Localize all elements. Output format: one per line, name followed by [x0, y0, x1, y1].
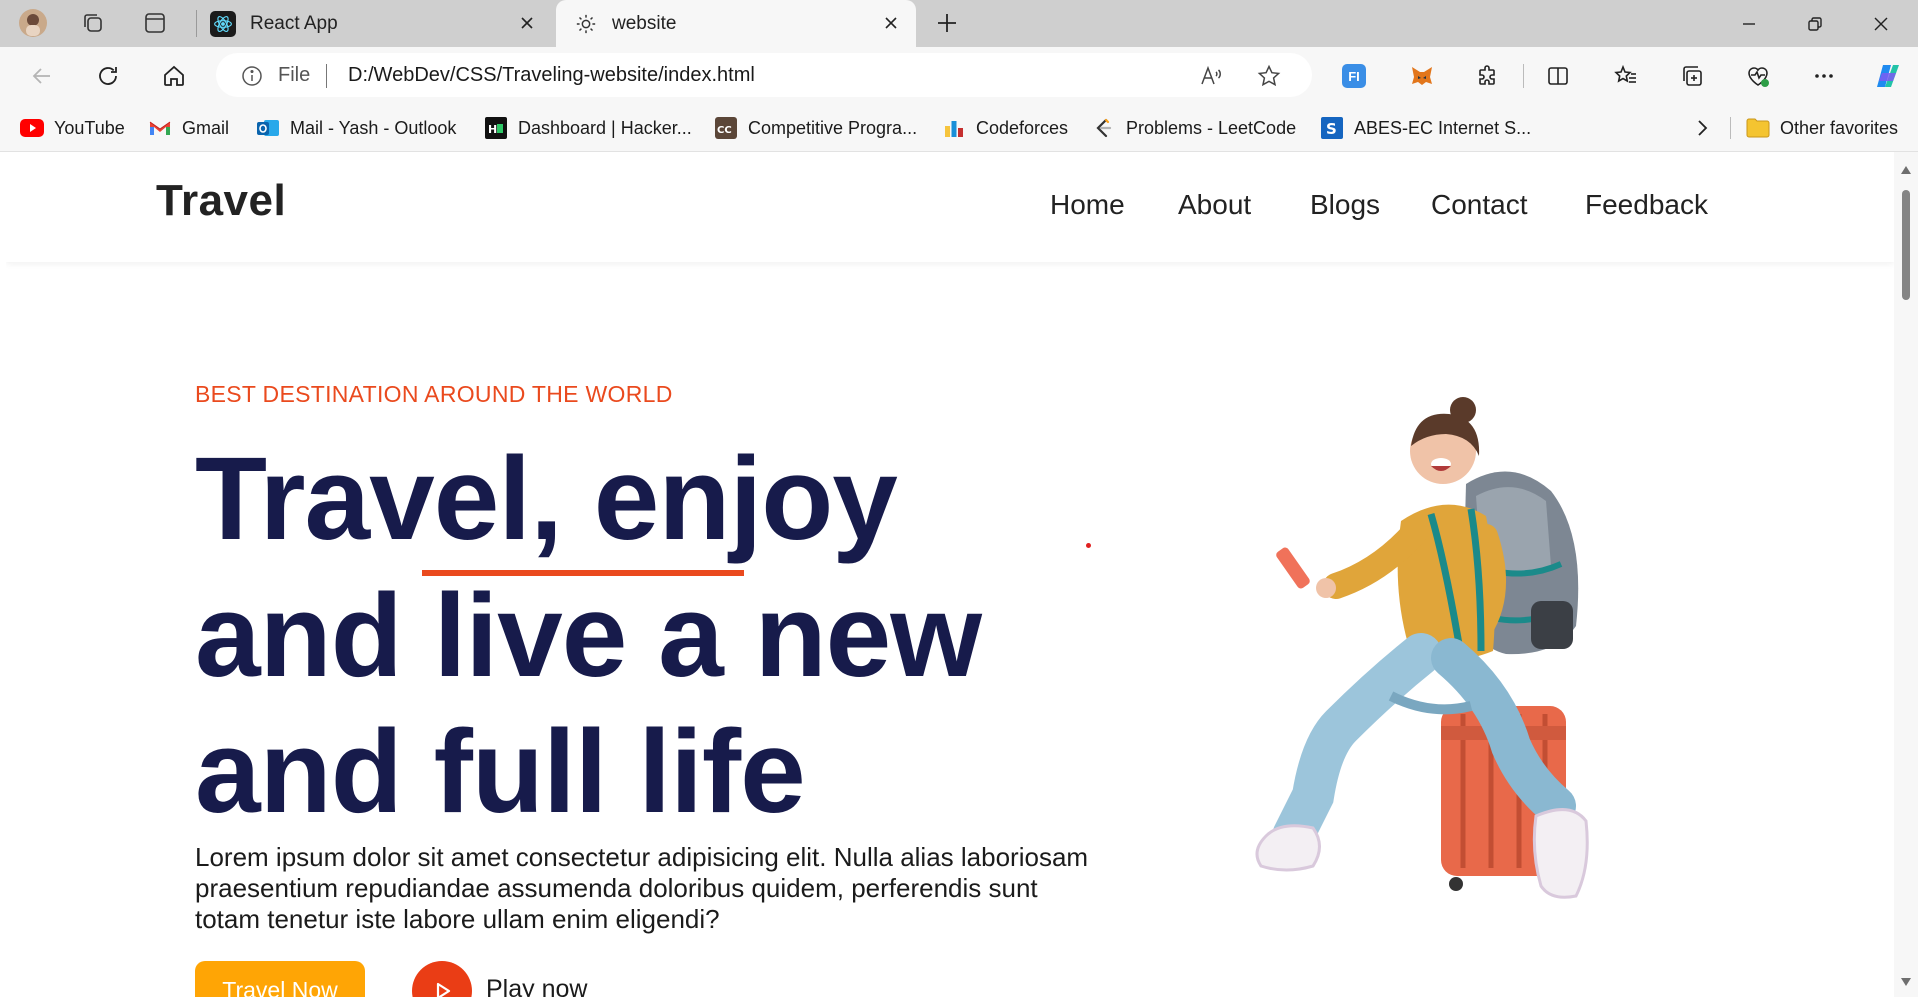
favorite-gmail[interactable]: Gmail	[148, 115, 229, 141]
hero-title-line-1: Travel, enjoy	[195, 433, 898, 565]
page-sun-icon	[574, 12, 598, 36]
restore-button[interactable]	[1782, 0, 1848, 47]
scheme-label: File	[278, 64, 311, 86]
favorite-label: Problems - LeetCode	[1126, 117, 1297, 138]
info-icon[interactable]	[240, 64, 264, 88]
favorite-label: Dashboard | Hacker...	[518, 117, 692, 138]
hackerrank-icon: H	[484, 116, 508, 140]
vertical-scrollbar[interactable]	[1894, 152, 1918, 997]
codechef-icon: CC	[714, 116, 738, 140]
tab-react-app[interactable]: React App	[200, 0, 552, 47]
favorite-codeforces[interactable]: Codeforces	[942, 115, 1068, 141]
favorite-label: YouTube	[54, 117, 125, 138]
browser-essentials-icon[interactable]	[1742, 60, 1774, 92]
play-icon	[436, 982, 451, 997]
youtube-icon	[20, 116, 44, 140]
favorite-abes[interactable]: S ABES-EC Internet S...	[1320, 115, 1531, 141]
outlook-icon	[256, 116, 280, 140]
favorites-bar: YouTube Gmail Mail - Yash - Outlook H Da…	[0, 103, 1918, 152]
react-icon	[210, 10, 236, 37]
site-logo[interactable]: Travel	[156, 176, 286, 226]
fi-extension-icon[interactable]: FI	[1338, 60, 1370, 92]
page-viewport: Travel Home About Blogs Contact Feedback…	[6, 152, 1894, 997]
hero-title-highlight: enjoy	[593, 433, 898, 565]
more-options-icon[interactable]	[1808, 60, 1840, 92]
play-button[interactable]	[412, 961, 472, 997]
other-favorites-label: Other favorites	[1780, 117, 1899, 138]
hero-kicker: BEST DESTINATION AROUND THE WORLD	[195, 381, 673, 407]
nav-blogs[interactable]: Blogs	[1310, 189, 1380, 221]
gmail-icon	[148, 116, 172, 140]
other-favorites-folder[interactable]: Other favorites	[1746, 115, 1898, 141]
favorite-star-icon[interactable]	[1256, 63, 1282, 89]
split-screen-icon[interactable]	[1542, 60, 1574, 92]
folder-icon	[1746, 116, 1770, 140]
scroll-down-arrow-icon[interactable]	[1898, 974, 1914, 990]
nav-home[interactable]: Home	[1050, 189, 1125, 221]
favorite-label: Mail - Yash - Outlook	[290, 117, 457, 138]
address-separator	[326, 64, 327, 88]
nav-feedback[interactable]: Feedback	[1585, 189, 1708, 221]
hero-description: Lorem ipsum dolor sit amet consectetur a…	[195, 842, 1089, 934]
favorite-label: Gmail	[182, 117, 230, 138]
tab-title: website	[612, 12, 677, 34]
tab-strip: React App website	[0, 0, 1918, 47]
favorite-outlook[interactable]: Mail - Yash - Outlook	[256, 115, 456, 141]
copilot-icon[interactable]	[1872, 60, 1904, 92]
travel-now-button[interactable]: Travel Now	[195, 961, 365, 997]
scrollbar-thumb[interactable]	[1902, 190, 1910, 300]
nav-about[interactable]: About	[1178, 189, 1251, 221]
hero-title-line-2: and live a new	[195, 570, 982, 702]
favorite-hackerrank[interactable]: H Dashboard | Hacker...	[484, 115, 692, 141]
address-bar[interactable]: File D:/WebDev/CSS/Traveling-website/ind…	[216, 53, 1312, 97]
abes-icon: S	[1320, 116, 1344, 140]
tab-website[interactable]: website	[556, 0, 916, 47]
favorite-leetcode[interactable]: Problems - LeetCode	[1092, 115, 1296, 141]
favorites-list-icon[interactable]	[1610, 60, 1642, 92]
svg-text:S: S	[1326, 120, 1337, 138]
url-text[interactable]: D:/WebDev/CSS/Traveling-website/index.ht…	[348, 64, 755, 87]
close-tab-icon[interactable]	[880, 12, 902, 34]
favorite-competitive[interactable]: CC Competitive Progra...	[714, 115, 917, 141]
codeforces-icon	[942, 116, 966, 140]
favorite-label: Competitive Progra...	[748, 117, 918, 138]
refresh-button[interactable]	[92, 60, 124, 92]
favorite-label: Codeforces	[976, 117, 1069, 138]
new-tab-button[interactable]	[932, 8, 962, 38]
workspaces-icon[interactable]	[78, 8, 108, 38]
svg-text:H: H	[488, 123, 497, 136]
svg-text:CC: CC	[717, 125, 732, 136]
leetcode-icon	[1092, 116, 1116, 140]
decorative-dot	[1086, 543, 1091, 548]
hero-title-line-3: and full life	[195, 706, 806, 838]
collections-icon[interactable]	[1676, 60, 1708, 92]
toolbar: File D:/WebDev/CSS/Traveling-website/ind…	[0, 47, 1918, 103]
favorite-youtube[interactable]: YouTube	[20, 115, 125, 141]
favorite-label: ABES-EC Internet S...	[1354, 117, 1532, 138]
tab-divider	[196, 10, 197, 37]
home-button[interactable]	[158, 60, 190, 92]
profile-avatar[interactable]	[18, 8, 48, 38]
close-window-button[interactable]	[1848, 0, 1914, 47]
favbar-divider	[1730, 117, 1731, 139]
minimize-button[interactable]	[1716, 0, 1782, 47]
hero-title-part1: Travel,	[195, 433, 563, 565]
extensions-icon[interactable]	[1472, 60, 1504, 92]
tab-actions-icon[interactable]	[140, 8, 170, 38]
metamask-icon[interactable]	[1406, 60, 1438, 92]
scroll-up-arrow-icon[interactable]	[1898, 162, 1914, 178]
close-tab-icon[interactable]	[516, 12, 538, 34]
play-now-label[interactable]: Play now	[486, 975, 587, 997]
traveler-illustration	[1255, 397, 1589, 899]
site-header: Travel Home About Blogs Contact Feedback	[6, 152, 1894, 262]
tab-title: React App	[250, 12, 338, 34]
read-aloud-icon[interactable]	[1198, 63, 1224, 89]
back-button[interactable]	[26, 60, 58, 92]
favorites-overflow-chevron-icon[interactable]	[1692, 115, 1712, 141]
nav-contact[interactable]: Contact	[1431, 189, 1528, 221]
toolbar-divider	[1523, 64, 1524, 88]
